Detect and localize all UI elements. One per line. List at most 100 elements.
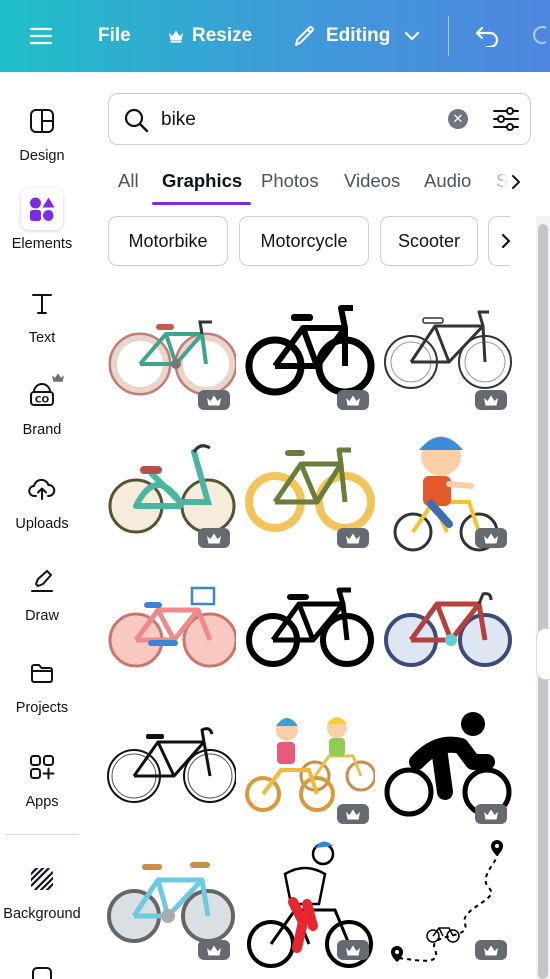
crown-icon	[198, 528, 230, 548]
clear-icon[interactable]: ✕	[448, 109, 468, 129]
chip-motorbike[interactable]: Motorbike	[108, 216, 228, 266]
pencil-icon	[292, 23, 318, 49]
add-page-icon	[21, 956, 63, 979]
sidebar-item-text[interactable]: Text	[0, 282, 84, 346]
tab-graphics[interactable]: Graphics	[162, 170, 242, 192]
editing-mode-dropdown[interactable]: Editing	[292, 0, 420, 72]
blue-red-road-bike	[384, 592, 512, 667]
tab-all[interactable]: All	[118, 170, 139, 192]
sidebar-item-design[interactable]: Design	[0, 100, 84, 164]
tab-audio[interactable]: Audio	[424, 170, 471, 192]
crown-icon	[337, 940, 369, 960]
chip-scooter[interactable]: Scooter	[380, 216, 478, 266]
sidebar-item-label: Uploads	[15, 516, 69, 532]
graphic-tile[interactable]	[245, 290, 375, 420]
sidebar-divider	[6, 834, 78, 835]
graphic-tile[interactable]	[106, 718, 236, 848]
sidebar-item-brand[interactable]: CO Brand	[0, 373, 84, 438]
crown-icon	[337, 528, 369, 548]
tab-photos[interactable]: Photos	[261, 170, 319, 192]
graphic-tile[interactable]	[245, 712, 375, 842]
line-drawing-road-bike	[107, 727, 236, 803]
sidebar-item-label: Projects	[15, 700, 69, 716]
green-vintage-bicycle	[108, 320, 236, 396]
sidebar-item-label: Elements	[11, 236, 73, 252]
content-tabs: All Graphics Photos Videos Audio S	[108, 162, 528, 208]
sidebar-item-background[interactable]: Background	[0, 858, 84, 922]
tab-videos[interactable]: Videos	[344, 170, 400, 192]
crown-icon	[337, 804, 369, 824]
resize-button[interactable]: Resize	[168, 0, 252, 72]
crown-icon	[168, 29, 184, 43]
background-icon	[21, 858, 63, 900]
graphic-tile[interactable]	[383, 582, 513, 712]
pink-bicycle-with-basket	[108, 586, 236, 668]
file-label: File	[98, 25, 131, 46]
search-input[interactable]: bike	[161, 109, 196, 131]
graphic-tile[interactable]	[245, 428, 375, 558]
folder-icon	[21, 652, 63, 694]
graphic-tile[interactable]	[383, 290, 513, 420]
search-icon	[123, 107, 149, 138]
crown-icon	[337, 390, 369, 410]
sidebar-item-apps[interactable]: Apps	[0, 746, 84, 810]
sidebar-item-label: Background	[3, 906, 81, 922]
sidebar-item-label: Apps	[25, 794, 59, 810]
black-bicycle-silhouette	[245, 305, 375, 396]
filter-sliders-icon[interactable]	[492, 106, 520, 137]
hamburger-menu-icon[interactable]	[30, 0, 52, 72]
sidebar-item-projects[interactable]: Projects	[0, 652, 84, 716]
crown-icon	[198, 390, 230, 410]
graphic-tile[interactable]	[106, 582, 236, 712]
light-blue-bicycle	[107, 862, 235, 943]
sidebar-item-elements[interactable]: Elements	[0, 188, 84, 252]
top-bar: File Resize Editing	[0, 0, 550, 72]
apps-icon	[21, 746, 63, 788]
graphic-tile[interactable]	[245, 838, 375, 968]
graphic-tile[interactable]	[106, 290, 236, 420]
redo-button[interactable]	[532, 0, 550, 72]
search-bar[interactable]: bike ✕	[108, 93, 531, 145]
graphic-tile[interactable]	[245, 582, 375, 712]
tabs-scroll-right-icon[interactable]	[503, 168, 528, 196]
crown-icon	[198, 940, 230, 960]
sidebar-item-label: Draw	[25, 608, 59, 624]
resize-label: Resize	[192, 25, 253, 46]
topbar-divider	[448, 16, 449, 56]
brand-icon: CO	[21, 373, 64, 416]
shapes-icon	[21, 188, 63, 230]
graphic-tile[interactable]	[383, 838, 513, 968]
sidebar-item-more[interactable]	[0, 956, 84, 979]
graphic-tile[interactable]	[106, 428, 236, 558]
sidebar-item-label: Design	[19, 148, 65, 164]
active-tab-indicator	[152, 202, 251, 205]
sidebar-item-uploads[interactable]: Uploads	[0, 468, 84, 532]
crown-icon	[51, 370, 65, 388]
editing-label: Editing	[326, 25, 391, 46]
graphic-tile[interactable]	[383, 428, 513, 558]
graphic-tile[interactable]	[106, 858, 236, 979]
undo-button[interactable]	[474, 0, 500, 72]
sidebar-item-label: Text	[28, 330, 56, 346]
sidebar-item-label: Brand	[22, 422, 62, 438]
crown-icon	[475, 804, 507, 824]
yellow-olive-bicycle	[245, 447, 375, 532]
results-scrollbar-thumb[interactable]	[538, 224, 548, 979]
sidebar-item-draw[interactable]: Draw	[0, 560, 84, 624]
svg-text:CO: CO	[35, 396, 50, 406]
teal-cruiser-bicycle	[108, 444, 236, 534]
panel-collapse-handle[interactable]	[536, 628, 550, 680]
layout-icon	[21, 100, 63, 142]
text-icon	[21, 282, 63, 324]
black-bicycle-silhouette-2	[246, 587, 374, 667]
suggestion-chips: Motorbike Motorcycle Scooter	[108, 216, 510, 268]
crown-icon	[475, 390, 507, 410]
chips-scroll-right-icon[interactable]	[488, 216, 510, 266]
file-menu-button[interactable]: File	[98, 0, 131, 72]
cloud-upload-icon	[21, 468, 63, 510]
chevron-down-icon	[404, 31, 420, 41]
chip-motorcycle[interactable]: Motorcycle	[239, 216, 369, 266]
kids-riding-bicycles	[245, 717, 375, 812]
graphic-tile[interactable]	[383, 708, 513, 838]
undo-icon	[474, 25, 500, 47]
